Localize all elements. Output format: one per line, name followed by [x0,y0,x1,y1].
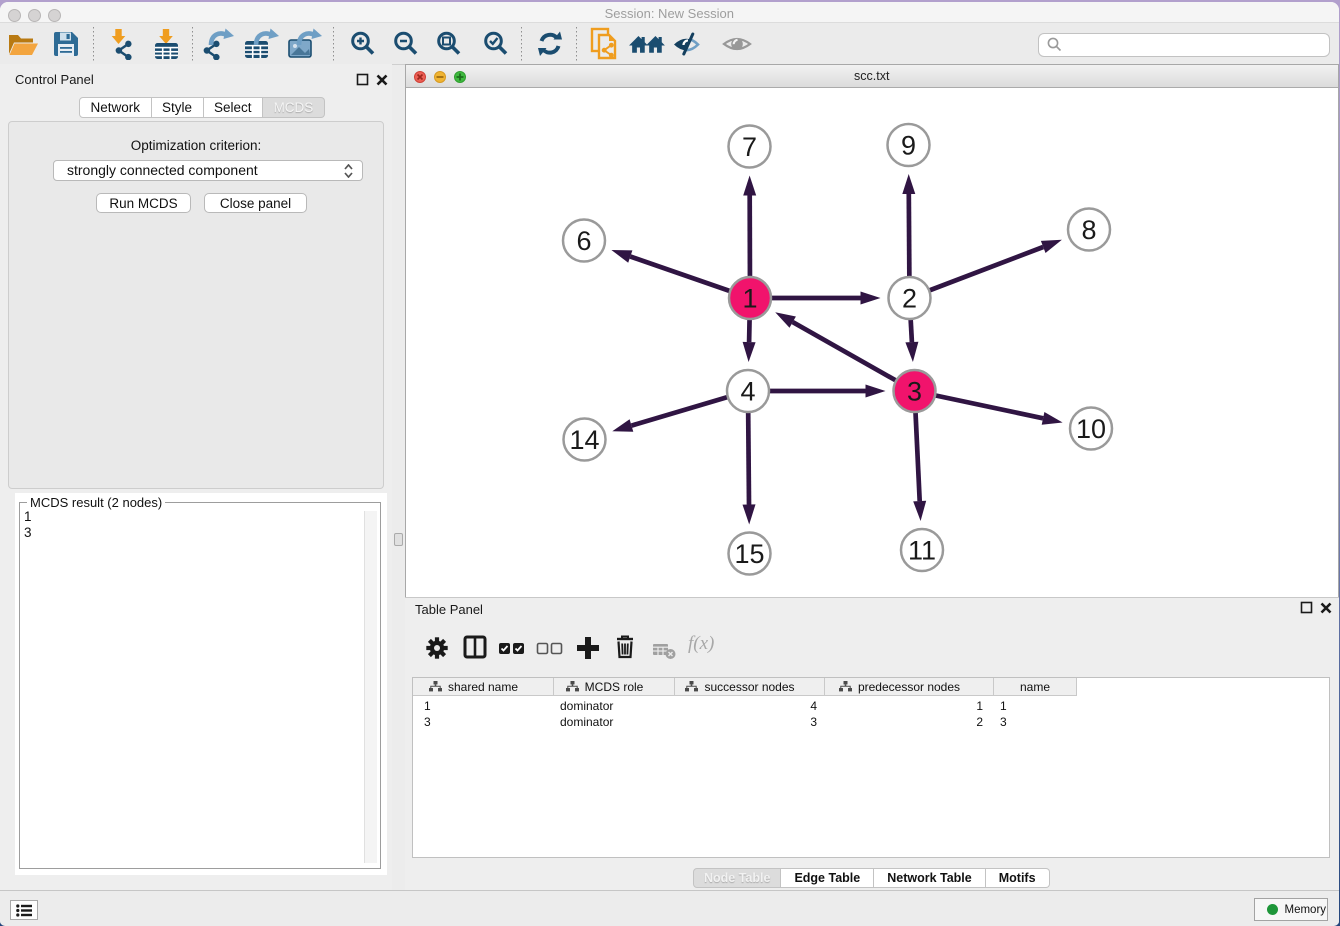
svg-text:11: 11 [908,536,936,566]
svg-text:1: 1 [742,284,757,314]
svg-text:6: 6 [576,226,591,256]
svg-text:15: 15 [734,539,764,569]
svg-text:14: 14 [569,425,599,455]
svg-text:9: 9 [901,131,916,161]
svg-text:8: 8 [1081,215,1096,245]
svg-text:3: 3 [907,377,922,407]
svg-text:10: 10 [1076,414,1106,444]
svg-text:4: 4 [740,377,755,407]
svg-text:7: 7 [742,132,757,162]
svg-text:2: 2 [902,284,917,314]
